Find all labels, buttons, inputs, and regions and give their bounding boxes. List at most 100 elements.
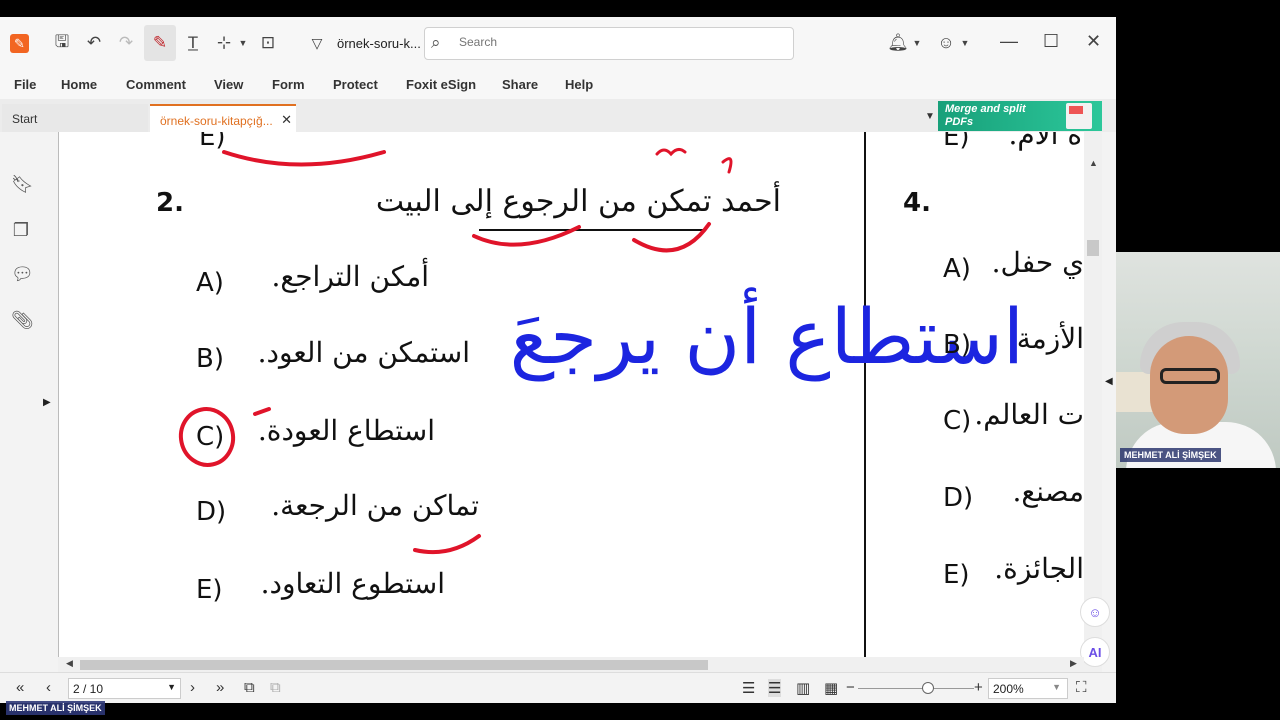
tab-document-label: örnek-soru-kitapçığ... (160, 114, 273, 128)
maximize-icon[interactable]: ☐ (1043, 31, 1059, 52)
crop-icon[interactable]: ⊹ (210, 29, 238, 57)
q4-option-c-letter: C) (943, 406, 972, 436)
presenter-name-label: MEHMET ALİ ŞİMŞEK (6, 701, 105, 715)
close-tab-icon[interactable]: ✕ (281, 112, 292, 128)
menu-share[interactable]: Share (502, 77, 538, 92)
pdf-file-icon (1066, 103, 1092, 129)
option-b-text: استمكن من العود. (257, 336, 470, 369)
vertical-scrollbar[interactable]: ▲ (1084, 132, 1102, 672)
scroll-right-icon[interactable]: ▶ (1070, 658, 1077, 669)
close-icon[interactable]: ✕ (1086, 31, 1101, 52)
menu-help[interactable]: Help (565, 77, 593, 92)
fullscreen-icon[interactable]: ⛶ (1076, 679, 1087, 696)
last-page-icon[interactable]: » (216, 679, 224, 696)
menu-foxit-esign[interactable]: Foxit eSign (406, 77, 476, 92)
chevron-down-icon[interactable]: ▼ (1052, 682, 1061, 692)
continuous-view-icon[interactable]: ☰ (768, 679, 782, 697)
menu-form[interactable]: Form (272, 77, 305, 92)
zoom-level-field[interactable]: 200% ▼ (988, 678, 1068, 699)
q4-prev-option-text: ة الأم. (1008, 132, 1082, 151)
scroll-left-icon[interactable]: ◀ (66, 658, 73, 669)
menu-view[interactable]: View (214, 77, 243, 92)
chevron-down-icon[interactable]: ▼ (910, 29, 924, 57)
horizontal-scrollbar[interactable]: ◀ ▶ (58, 657, 1084, 672)
chevron-down-icon[interactable]: ▼ (167, 682, 176, 692)
scroll-up-icon[interactable]: ▲ (1089, 158, 1098, 168)
first-page-icon[interactable]: « (16, 679, 24, 696)
filter-icon[interactable]: ▽ (303, 29, 331, 57)
search-input[interactable] (459, 35, 779, 49)
snapshot-icon[interactable]: ⊡ (254, 29, 282, 57)
question-4-number: 4. (903, 188, 931, 218)
expand-sidebar-icon[interactable]: ▶ (43, 397, 51, 408)
facing-view-icon[interactable]: ▥ (796, 679, 810, 697)
foxit-logo-icon[interactable]: ✎ (10, 34, 29, 53)
save-icon[interactable]: 🖫 (48, 29, 76, 57)
webcam-video: MEHMET ALİ ŞİMŞEK (1116, 252, 1280, 468)
bookmark-icon[interactable]: 🔖︎ (11, 174, 34, 196)
q4-prev-option-letter: E) (943, 132, 970, 152)
zoom-in-icon[interactable]: + (974, 679, 983, 696)
collapse-webcam-icon[interactable]: ◀ (1105, 376, 1113, 387)
undo-icon[interactable]: ↶ (80, 29, 108, 57)
q4-option-b-letter: B) (943, 330, 971, 360)
zoom-slider-knob[interactable] (921, 682, 934, 694)
typewriter-icon[interactable]: T̲ (179, 29, 207, 57)
menu-comment[interactable]: Comment (126, 77, 186, 92)
ai-assistant-icon[interactable]: AI (1080, 637, 1110, 667)
tab-row: Start örnek-soru-kitapçığ... ✕ ▼ Merge a… (0, 99, 1116, 132)
red-underline-rujuu (472, 225, 581, 247)
page-number-value: 2 / 10 (73, 682, 104, 696)
menu-file[interactable]: File (14, 77, 36, 92)
minimize-icon[interactable]: — (1000, 31, 1018, 52)
zoom-level-value: 200% (993, 682, 1024, 696)
redo-icon[interactable]: ↷ (112, 29, 140, 57)
tab-list-chevron-icon[interactable]: ▼ (925, 111, 935, 122)
merge-split-ad-banner[interactable]: Merge and split PDFs (938, 101, 1102, 131)
tab-document[interactable]: örnek-soru-kitapçığ... ✕ (150, 104, 296, 132)
question-2-stem: أحمد تمكن من الرجوع إلى البيت (375, 184, 781, 219)
red-underline-top (222, 150, 386, 167)
next-view-icon[interactable]: ⧉ (270, 679, 281, 696)
option-d-letter: D) (196, 497, 227, 527)
continuous-facing-view-icon[interactable]: ▦ (824, 679, 838, 697)
search-box[interactable]: ⌕ (424, 27, 794, 60)
chevron-down-icon[interactable]: ▼ (958, 29, 972, 57)
presenter-face (1150, 336, 1228, 434)
vertical-scroll-thumb[interactable] (1087, 240, 1099, 256)
page-number-field[interactable]: 2 / 10 ▼ (68, 678, 181, 699)
tab-start[interactable]: Start (2, 104, 148, 132)
q4-option-e-text: الجائزة. (994, 552, 1084, 585)
single-page-view-icon[interactable]: ☰ (742, 679, 755, 697)
option-a-letter: A) (196, 268, 224, 298)
chevron-down-icon[interactable]: ▼ (236, 29, 250, 57)
zoom-slider-track[interactable] (858, 688, 974, 689)
red-underline-option-d (413, 534, 481, 555)
bell-icon[interactable]: 🔔︎ (884, 29, 912, 57)
q4-option-e-letter: E) (943, 560, 970, 590)
horizontal-scroll-thumb[interactable] (80, 660, 708, 670)
pen-tool-icon[interactable]: ✎ (144, 25, 176, 61)
option-e-letter: E) (196, 575, 223, 605)
attachment-icon[interactable]: 📎︎ (11, 310, 34, 332)
option-c-text: استطاع العودة. (257, 414, 435, 447)
pages-icon[interactable]: ❐ (11, 220, 31, 242)
menu-protect[interactable]: Protect (333, 77, 378, 92)
q4-option-d-text: مصنع. (1012, 475, 1084, 508)
previous-page-icon[interactable]: ‹ (46, 679, 51, 696)
red-shadda-mark (655, 147, 687, 157)
red-underline-tamakkana (632, 222, 711, 253)
menu-home[interactable]: Home (61, 77, 97, 92)
chat-assistant-icon[interactable]: ☺ (1080, 597, 1110, 627)
document-view[interactable]: E) 2. أحمد تمكن من الرجوع إلى البيت A) أ… (58, 132, 1084, 672)
comment-icon[interactable]: 💬︎ (11, 264, 34, 286)
zoom-out-icon[interactable]: − (846, 679, 855, 696)
q4-option-a-text: ي حفل. (991, 246, 1084, 279)
previous-view-icon[interactable]: ⧉ (244, 679, 255, 696)
next-page-icon[interactable]: › (190, 679, 195, 696)
tab-start-label: Start (12, 112, 38, 126)
account-icon[interactable]: ☺ (932, 29, 960, 57)
question-2-number: 2. (156, 188, 184, 218)
foxit-pdf-window: ✎ 🖫 ↶ ↷ ✎ T̲ ⊹ ▼ ⊡ ▽ örnek-soru-k... ⌕ 🔔… (0, 17, 1116, 703)
left-sidebar: 🔖︎ ❐ 💬︎ 📎︎ (0, 132, 42, 672)
